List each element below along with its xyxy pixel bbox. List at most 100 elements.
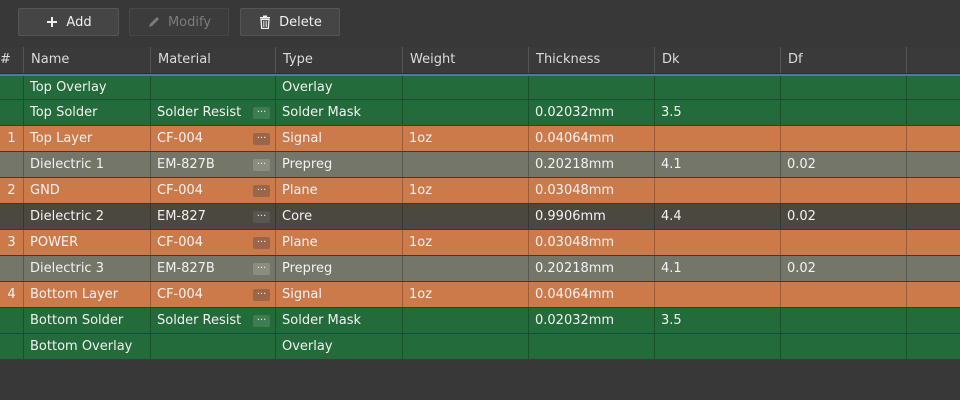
layer-name-cell[interactable]: Dielectric 3 [24,256,151,281]
layer-type-cell[interactable]: Plane [276,230,403,255]
layer-number-cell[interactable]: 2 [0,178,24,203]
delete-button[interactable]: Delete [240,8,340,36]
layer-df-cell[interactable] [781,126,907,151]
material-more-button[interactable]: ··· [253,132,270,145]
layer-df-cell[interactable] [781,230,907,255]
layer-material-cell[interactable]: EM-827 ··· [151,204,276,229]
table-row[interactable]: Top Solder Solder Resist ··· Solder Mask 0.0… [0,100,960,126]
layer-name-cell[interactable]: Dielectric 1 [24,152,151,177]
layer-thickness-cell[interactable] [529,76,655,99]
layer-type-cell[interactable]: Overlay [276,76,403,99]
layer-name-cell[interactable]: Top Solder [24,100,151,125]
layer-thickness-cell[interactable]: 0.04064mm [529,126,655,151]
layer-name-cell[interactable]: Bottom Solder [24,308,151,333]
table-row[interactable]: Dielectric 1 EM-827B ··· Prepreg 0.20218mm 4.… [0,152,960,178]
column-header-type[interactable]: Type [276,47,403,73]
table-row[interactable]: Dielectric 3 EM-827B ··· Prepreg 0.20218mm 4.… [0,256,960,282]
layer-weight-cell[interactable] [403,152,529,177]
material-more-button[interactable]: ··· [253,314,270,327]
layer-name-cell[interactable]: POWER [24,230,151,255]
layer-df-cell[interactable] [781,334,907,359]
material-more-button[interactable]: ··· [253,106,270,119]
column-header-thickness[interactable]: Thickness [529,47,655,73]
layer-name-cell[interactable]: Top Overlay [24,76,151,99]
layer-dk-cell[interactable]: 4.1 [655,152,781,177]
layer-weight-cell[interactable]: 1oz [403,126,529,151]
layer-type-cell[interactable]: Solder Mask [276,100,403,125]
layer-weight-cell[interactable] [403,334,529,359]
layer-thickness-cell[interactable]: 0.03048mm [529,178,655,203]
layer-thickness-cell[interactable]: 0.20218mm [529,152,655,177]
layer-weight-cell[interactable] [403,100,529,125]
table-row[interactable]: Top Overlay Overlay [0,74,960,100]
layer-material-cell[interactable]: CF-004 ··· [151,282,276,307]
layer-number-cell[interactable] [0,308,24,333]
layer-number-cell[interactable]: 3 [0,230,24,255]
layer-thickness-cell[interactable]: 0.04064mm [529,282,655,307]
column-header-number[interactable]: # [0,47,24,73]
layer-number-cell[interactable]: 1 [0,126,24,151]
layer-dk-cell[interactable]: 3.5 [655,308,781,333]
layer-dk-cell[interactable] [655,76,781,99]
layer-name-cell[interactable]: Top Layer [24,126,151,151]
layer-dk-cell[interactable] [655,230,781,255]
layer-number-cell[interactable] [0,100,24,125]
layer-thickness-cell[interactable]: 0.02032mm [529,308,655,333]
material-more-button[interactable]: ··· [253,184,270,197]
layer-df-cell[interactable]: 0.02 [781,256,907,281]
layer-material-cell[interactable] [151,76,276,99]
table-row[interactable]: 3 POWER CF-004 ··· Plane 1oz 0.03048mm [0,230,960,256]
layer-name-cell[interactable]: Bottom Layer [24,282,151,307]
layer-weight-cell[interactable] [403,204,529,229]
layer-material-cell[interactable]: CF-004 ··· [151,178,276,203]
material-more-button[interactable]: ··· [253,158,270,171]
layer-dk-cell[interactable] [655,282,781,307]
material-more-button[interactable]: ··· [253,262,270,275]
column-header-material[interactable]: Material [151,47,276,73]
material-more-button[interactable]: ··· [253,210,270,223]
layer-type-cell[interactable]: Prepreg [276,256,403,281]
column-header-weight[interactable]: Weight [403,47,529,73]
table-row[interactable]: 4 Bottom Layer CF-004 ··· Signal 1oz 0.04064mm [0,282,960,308]
layer-number-cell[interactable] [0,76,24,99]
layer-number-cell[interactable] [0,204,24,229]
layer-df-cell[interactable]: 0.02 [781,204,907,229]
layer-material-cell[interactable]: CF-004 ··· [151,126,276,151]
column-header-df[interactable]: Df [781,47,907,73]
layer-df-cell[interactable] [781,282,907,307]
layer-df-cell[interactable] [781,178,907,203]
layer-material-cell[interactable]: Solder Resist ··· [151,100,276,125]
layer-material-cell[interactable]: CF-004 ··· [151,230,276,255]
layer-name-cell[interactable]: Bottom Overlay [24,334,151,359]
table-row[interactable]: Dielectric 2 EM-827 ··· Core 0.9906mm 4.4 0.02 [0,204,960,230]
layer-weight-cell[interactable]: 1oz [403,282,529,307]
layer-type-cell[interactable]: Core [276,204,403,229]
layer-number-cell[interactable] [0,152,24,177]
layer-dk-cell[interactable] [655,178,781,203]
material-more-button[interactable]: ··· [253,288,270,301]
modify-button[interactable]: Modify [129,8,229,36]
layer-name-cell[interactable]: Dielectric 2 [24,204,151,229]
layer-material-cell[interactable] [151,334,276,359]
layer-df-cell[interactable] [781,308,907,333]
table-row[interactable]: 2 GND CF-004 ··· Plane 1oz 0.03048mm [0,178,960,204]
layer-dk-cell[interactable]: 4.4 [655,204,781,229]
layer-thickness-cell[interactable]: 0.20218mm [529,256,655,281]
column-header-name[interactable]: Name [24,47,151,73]
layer-name-cell[interactable]: GND [24,178,151,203]
layer-df-cell[interactable] [781,76,907,99]
layer-thickness-cell[interactable]: 0.9906mm [529,204,655,229]
layer-dk-cell[interactable] [655,126,781,151]
layer-df-cell[interactable] [781,100,907,125]
layer-df-cell[interactable]: 0.02 [781,152,907,177]
layer-type-cell[interactable]: Signal [276,126,403,151]
column-header-dk[interactable]: Dk [655,47,781,73]
add-button[interactable]: Add [18,8,119,36]
table-row[interactable]: Bottom Solder Solder Resist ··· Solder Mask… [0,308,960,334]
layer-dk-cell[interactable] [655,334,781,359]
layer-material-cell[interactable]: EM-827B ··· [151,256,276,281]
layer-type-cell[interactable]: Signal [276,282,403,307]
layer-thickness-cell[interactable]: 0.03048mm [529,230,655,255]
layer-type-cell[interactable]: Prepreg [276,152,403,177]
material-more-button[interactable]: ··· [253,236,270,249]
